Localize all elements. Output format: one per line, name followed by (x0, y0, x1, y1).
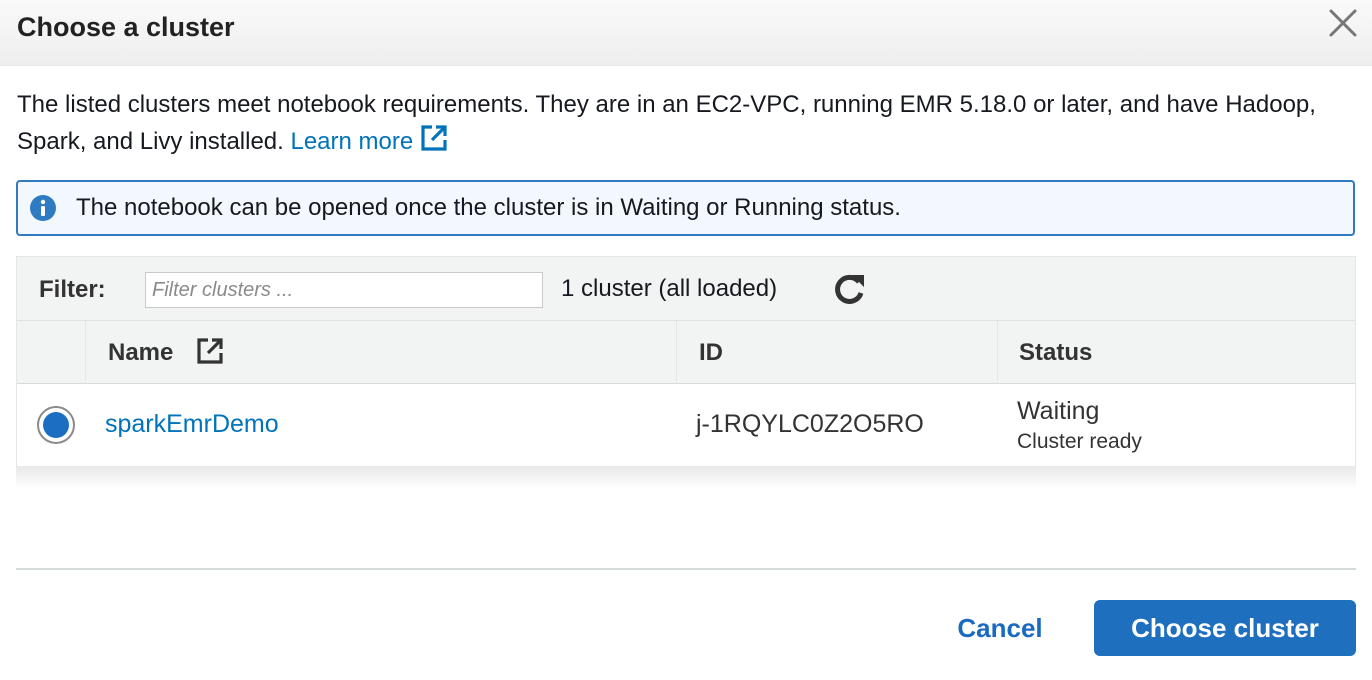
column-name-label: Name (108, 339, 174, 366)
learn-more-link[interactable]: Learn more (290, 125, 449, 155)
refresh-icon[interactable] (830, 271, 868, 309)
row-radio-button[interactable] (37, 406, 75, 444)
info-icon (30, 195, 56, 221)
info-alert: The notebook can be opened once the clus… (16, 180, 1355, 236)
choose-cluster-button[interactable]: Choose cluster (1094, 600, 1356, 656)
cluster-count: 1 cluster (all loaded) (561, 275, 778, 302)
footer-divider (16, 568, 1356, 570)
learn-more-label: Learn more (290, 128, 414, 155)
info-text: The notebook can be opened once the clus… (76, 194, 901, 221)
filter-input[interactable] (145, 272, 543, 308)
table-header: Name ID Status (17, 321, 1355, 384)
cancel-button[interactable]: Cancel (940, 600, 1060, 656)
column-status[interactable]: Status (997, 321, 1355, 384)
dialog-title: Choose a cluster (17, 12, 235, 42)
table-row[interactable]: sparkEmrDemo j-1RQYLC0Z2O5RO Waiting Clu… (17, 384, 1355, 467)
cluster-status-detail: Cluster ready (1017, 430, 1142, 453)
cluster-id: j-1RQYLC0Z2O5RO (696, 410, 924, 438)
clusters-table: Filter: 1 cluster (all loaded) Name ID (16, 256, 1356, 468)
column-id-label: ID (699, 339, 723, 366)
table-bottom-shadow (16, 466, 1356, 490)
filter-label: Filter: (39, 276, 106, 303)
column-name[interactable]: Name (85, 321, 676, 384)
column-status-label: Status (1019, 339, 1093, 366)
column-id[interactable]: ID (676, 321, 997, 384)
radio-selected-dot (43, 412, 69, 438)
cluster-name-link[interactable]: sparkEmrDemo (105, 410, 279, 439)
external-link-icon[interactable] (196, 337, 224, 365)
dialog-description: The listed clusters meet notebook requir… (17, 87, 1362, 164)
cluster-status: Waiting (1017, 397, 1100, 425)
dialog-header: Choose a cluster (0, 0, 1372, 66)
close-icon[interactable] (1326, 6, 1360, 40)
external-link-icon (419, 123, 449, 164)
filter-bar: Filter: 1 cluster (all loaded) (17, 257, 1355, 321)
description-text: The listed clusters meet notebook requir… (17, 91, 1316, 155)
